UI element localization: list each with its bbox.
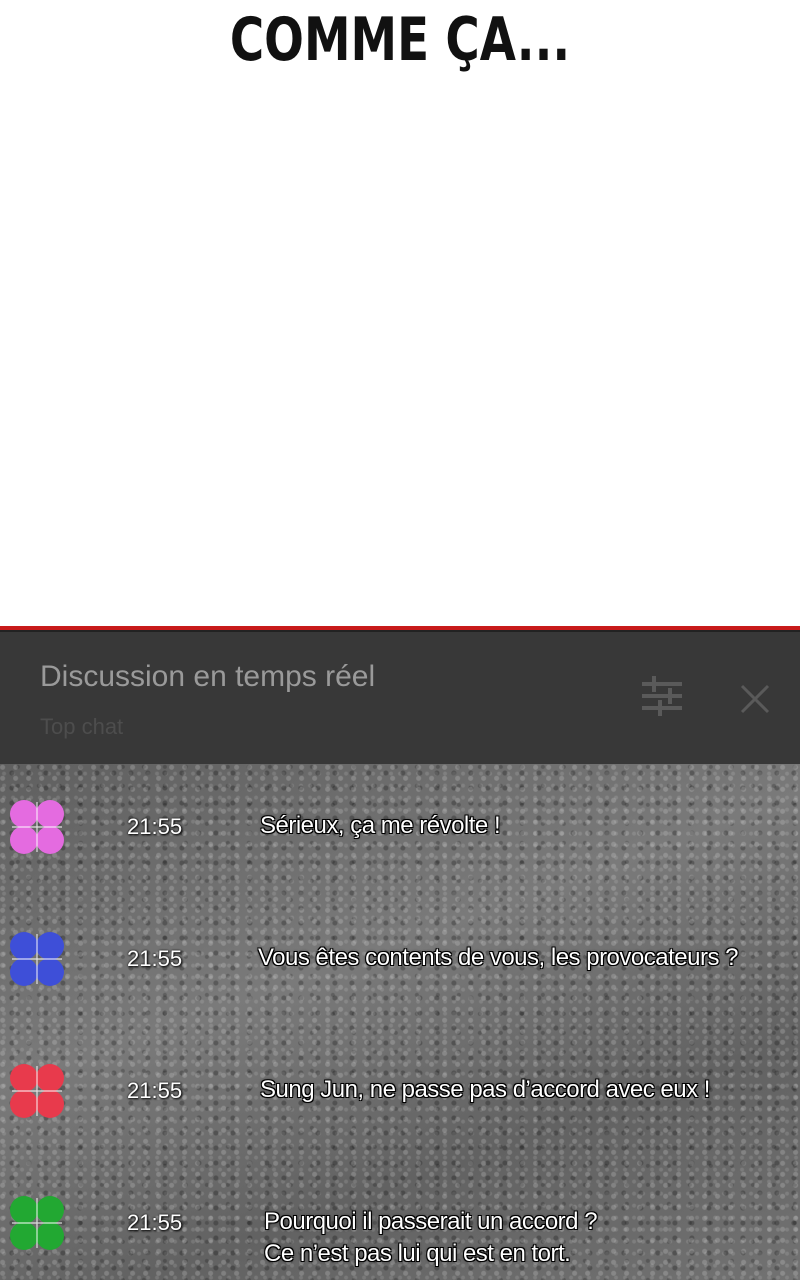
clover-avatar-icon[interactable] bbox=[4, 1058, 70, 1124]
chat-message: 21:55 Sung Jun, ne passe pas d’accord av… bbox=[0, 1058, 800, 1158]
page-title: COMME ÇA... bbox=[229, 5, 571, 75]
filter-icon[interactable] bbox=[642, 674, 682, 718]
chat-message: 21:55 Pourquoi il passerait un accord ? C… bbox=[0, 1190, 800, 1280]
message-text: Vous êtes contents de vous, les provocat… bbox=[258, 944, 738, 971]
chat-header: Discussion en temps réel Top chat bbox=[0, 632, 800, 764]
clover-avatar-icon[interactable] bbox=[4, 926, 70, 992]
message-timestamp: 21:55 bbox=[127, 814, 183, 839]
message-timestamp: 21:55 bbox=[127, 1210, 183, 1235]
message-text: Sérieux, ça me révolte ! bbox=[260, 812, 501, 839]
chat-message: 21:55 Vous êtes contents de vous, les pr… bbox=[0, 926, 800, 1026]
chat-message-list[interactable]: 21:55 Sérieux, ça me révolte ! 21:55 Vou… bbox=[0, 764, 800, 1280]
chat-title: Discussion en temps réel bbox=[40, 660, 376, 693]
message-text: Sung Jun, ne passe pas d’accord avec eux… bbox=[260, 1076, 710, 1103]
close-icon[interactable] bbox=[740, 684, 770, 714]
clover-avatar-icon[interactable] bbox=[4, 1190, 70, 1256]
live-chat-panel: Discussion en temps réel Top chat 21:55 … bbox=[0, 626, 800, 1280]
message-timestamp: 21:55 bbox=[127, 1078, 183, 1103]
chat-mode-label[interactable]: Top chat bbox=[40, 714, 123, 740]
message-text: Pourquoi il passerait un accord ? Ce n’es… bbox=[264, 1208, 598, 1267]
clover-avatar-icon[interactable] bbox=[4, 794, 70, 860]
chat-message: 21:55 Sérieux, ça me révolte ! bbox=[0, 794, 800, 894]
message-timestamp: 21:55 bbox=[127, 946, 183, 971]
